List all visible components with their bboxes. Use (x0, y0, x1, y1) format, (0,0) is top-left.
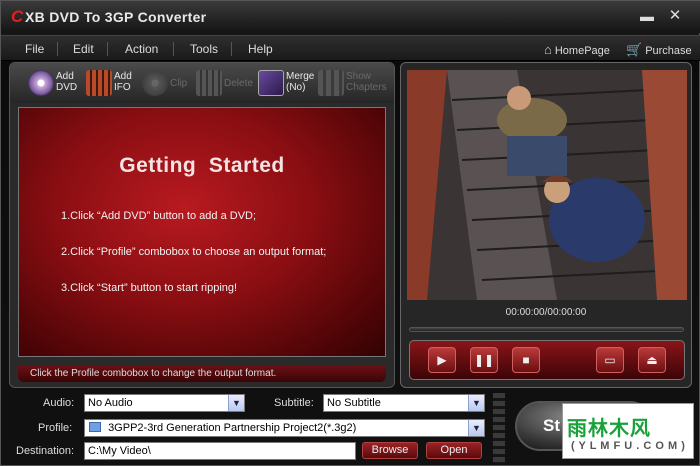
menu-file[interactable]: File (25, 42, 44, 56)
home-icon: ⌂ (544, 42, 552, 57)
getting-started-panel: Getting Started 1.Click “Add DVD” button… (18, 107, 386, 357)
menu-tools[interactable]: Tools (190, 42, 218, 56)
escalator-scene-image (407, 70, 687, 300)
audio-value: No Audio (88, 397, 133, 409)
chevron-down-icon: ▼ (228, 395, 244, 411)
add-ifo-button[interactable]: Add IFO (86, 68, 140, 98)
destination-value: C:\My Video\ (88, 445, 151, 457)
merge-icon (258, 70, 284, 96)
source-panel: Add DVD Add IFO Clip Delete Merge (No) S… (9, 62, 395, 388)
pause-icon[interactable]: ❚❚ (470, 347, 498, 373)
profile-format-icon (89, 422, 101, 432)
getting-started-title: Getting Started (119, 154, 285, 177)
browse-button[interactable]: Browse (362, 442, 418, 459)
menu-bar: File Edit Action Tools Help ⌂ HomePage 🛒 P… (1, 35, 700, 61)
chevron-down-icon: ▼ (468, 420, 484, 436)
watermark-text: 雨林木风 (567, 418, 651, 440)
watermark-url: ( Y L M F U . C O M ) (571, 440, 686, 452)
preview-panel: 00:00:00/00:00:00 ▶ ❚❚ ■ ▭ ⏏ (400, 62, 692, 388)
dvd-disc-icon (28, 70, 54, 96)
homepage-link[interactable]: ⌂ HomePage (544, 42, 610, 57)
subtitle-value: No Subtitle (327, 397, 381, 409)
profile-select[interactable]: 3GPP2-3rd Generation Partnership Project… (84, 419, 485, 437)
chevron-down-icon: ▼ (468, 395, 484, 411)
app-window: C XB DVD To 3GP Converter ▬ ✕ File Edit … (0, 0, 700, 466)
step-1-text: 1.Click “Add DVD” button to add a DVD; (61, 210, 257, 222)
menu-divider (107, 42, 108, 56)
purchase-link[interactable]: 🛒 Purchase (626, 42, 692, 58)
delete-button[interactable]: Delete (196, 68, 256, 98)
add-dvd-button[interactable]: Add DVD (28, 68, 84, 98)
clip-label: Clip (170, 78, 188, 89)
title-bar: C XB DVD To 3GP Converter ▬ ✕ (1, 1, 700, 33)
merge-label: Merge (No) (286, 71, 315, 93)
show-chapters-button[interactable]: Show Chapters (318, 68, 388, 98)
add-ifo-label: Add IFO (114, 71, 132, 93)
clip-button[interactable]: Clip (142, 68, 194, 98)
status-bar: Click the Profile combobox to change the… (18, 366, 386, 382)
profile-label: Profile: (38, 422, 73, 434)
audio-label: Audio: (43, 397, 75, 409)
menu-divider (173, 42, 174, 56)
menu-divider (231, 42, 232, 56)
video-preview (407, 70, 687, 300)
toolbar: Add DVD Add IFO Clip Delete Merge (No) S… (10, 63, 394, 103)
homepage-label: HomePage (554, 45, 610, 57)
minimize-button[interactable]: ▬ (637, 7, 657, 25)
eject-icon[interactable]: ⏏ (638, 347, 666, 373)
step-2-text: 2.Click “Profile” combobox to choose an … (61, 246, 327, 258)
show-chapters-label: Show Chapters (346, 71, 387, 93)
subtitle-select[interactable]: No Subtitle ▼ (323, 394, 485, 412)
profile-value: 3GPP2-3rd Generation Partnership Project… (108, 422, 357, 434)
divider-grip (493, 393, 505, 463)
step-3-text: 3.Click “Start” button to start ripping! (61, 282, 238, 294)
seek-bar[interactable] (409, 327, 684, 332)
film-icon (86, 70, 112, 96)
menu-edit[interactable]: Edit (73, 42, 94, 56)
playback-time: 00:00:00/00:00:00 (505, 307, 587, 318)
purchase-label: Purchase (645, 45, 692, 57)
player-controls: ▶ ❚❚ ■ ▭ ⏏ (409, 340, 685, 380)
menu-divider (57, 42, 58, 56)
open-button[interactable]: Open (426, 442, 482, 459)
snapshot-folder-icon[interactable]: ▭ (596, 347, 624, 373)
subtitle-label: Subtitle: (274, 397, 314, 409)
close-button[interactable]: ✕ (665, 7, 685, 25)
clip-disc-icon (142, 70, 168, 96)
merge-button[interactable]: Merge (No) (258, 68, 316, 98)
menu-help[interactable]: Help (248, 42, 273, 56)
chapters-icon (318, 70, 344, 96)
destination-field[interactable]: C:\My Video\ (84, 442, 356, 460)
delete-film-icon (196, 70, 222, 96)
app-title: XB DVD To 3GP Converter (25, 9, 207, 25)
destination-label: Destination: (16, 445, 75, 457)
app-logo: C (11, 7, 24, 26)
delete-label: Delete (224, 78, 253, 89)
menu-action[interactable]: Action (125, 42, 158, 56)
audio-select[interactable]: No Audio ▼ (84, 394, 245, 412)
cart-icon: 🛒 (626, 42, 643, 57)
watermark-logo: 雨林木风 ( Y L M F U . C O M ) (562, 403, 694, 459)
stop-icon[interactable]: ■ (512, 347, 540, 373)
play-icon[interactable]: ▶ (428, 347, 456, 373)
add-dvd-label: Add DVD (56, 71, 78, 93)
